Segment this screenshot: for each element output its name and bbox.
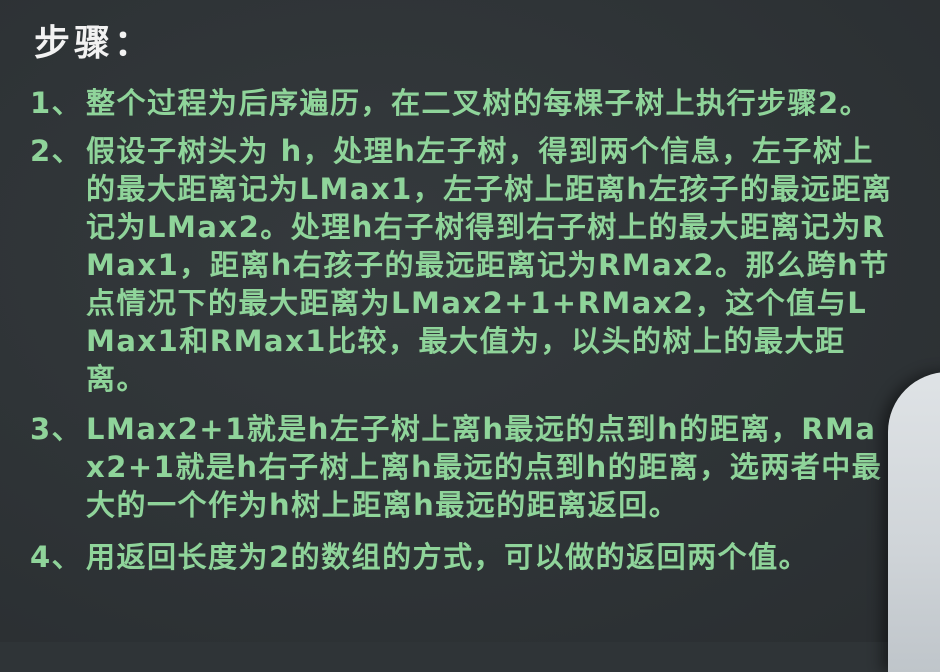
presenter-shoulder-image — [888, 372, 940, 672]
step-number: 4、 — [30, 540, 83, 574]
step-number: 1、 — [30, 86, 83, 120]
step-item: 3、 LMax2+1就是h左子树上离h最远的点到h的距离，RMax2+1就是h右… — [0, 410, 900, 524]
step-item: 2、 假设子树头为 h，处理h左子树，得到两个信息，左子树上的最大距离记为LMa… — [0, 132, 900, 398]
step-item: 1、 整个过程为后序遍历，在二叉树的每棵子树上执行步骤2。 — [0, 84, 900, 122]
step-number: 3、 — [30, 412, 83, 446]
step-number: 2、 — [30, 134, 83, 168]
step-text: 用返回长度为2的数组的方式，可以做的返回两个值。 — [86, 540, 810, 574]
slide-title: 步骤： — [34, 23, 155, 64]
step-text: 整个过程为后序遍历，在二叉树的每棵子树上执行步骤2。 — [86, 86, 871, 120]
steps-list: 1、 整个过程为后序遍历，在二叉树的每棵子树上执行步骤2。 2、 假设子树头为 … — [0, 84, 900, 576]
step-text: LMax2+1就是h左子树上离h最远的点到h的距离，RMax2+1就是h右子树上… — [86, 412, 883, 522]
slide-background: 步骤： 1、 整个过程为后序遍历，在二叉树的每棵子树上执行步骤2。 2、 假设子… — [0, 0, 940, 672]
step-text: 假设子树头为 h，处理h左子树，得到两个信息，左子树上的最大距离记为LMax1，… — [86, 134, 893, 396]
step-item: 4、 用返回长度为2的数组的方式，可以做的返回两个值。 — [0, 538, 900, 576]
